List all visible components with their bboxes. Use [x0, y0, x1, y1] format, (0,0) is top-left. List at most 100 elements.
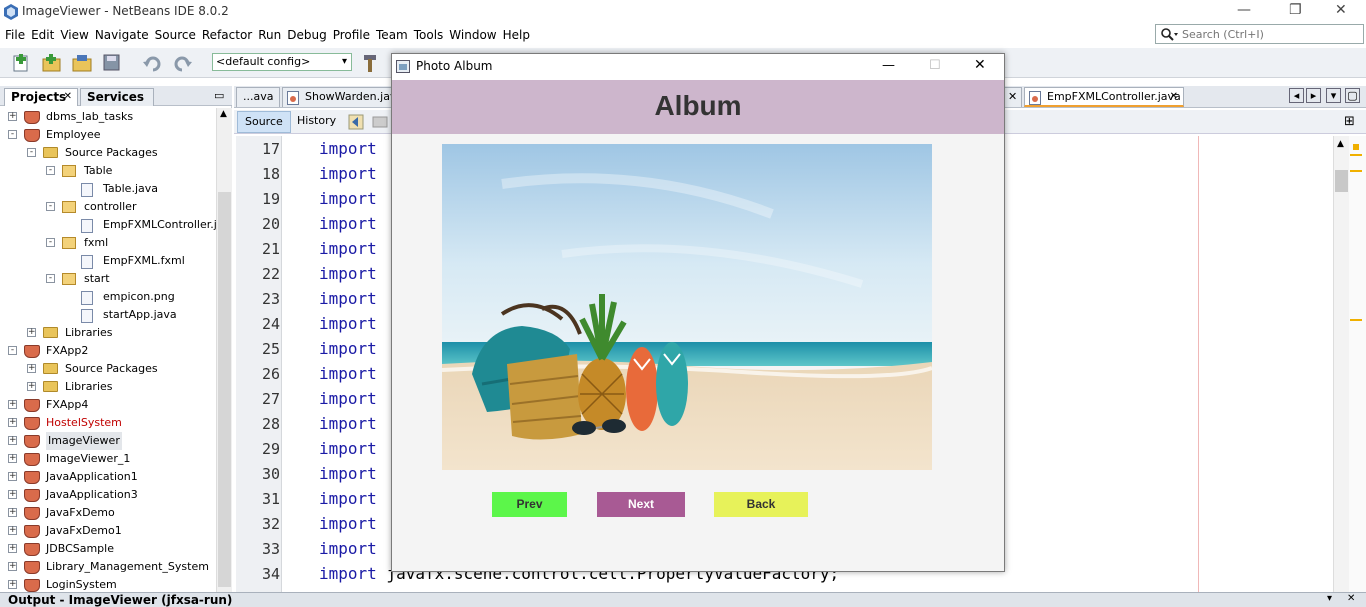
dialog-title-bar[interactable]: Photo Album — ☐ ✕ — [392, 54, 1004, 80]
minimize-icon[interactable]: — — [1237, 2, 1251, 18]
code-line[interactable]: import — [319, 414, 377, 433]
expand-icon[interactable]: + — [8, 580, 17, 589]
tree-item[interactable]: empicon.png — [0, 288, 216, 306]
menu-navigate[interactable]: Navigate — [92, 24, 152, 46]
tree-item[interactable]: + FXApp4 — [0, 396, 216, 414]
undo-icon[interactable] — [141, 52, 163, 74]
tree-item[interactable]: + ImageViewer_1 — [0, 450, 216, 468]
save-all-icon[interactable] — [101, 52, 123, 74]
close-tab-icon[interactable]: ✕ — [1170, 88, 1178, 106]
tab-empfxmlcontroller[interactable]: EmpFXMLController.java ✕ — [1024, 87, 1184, 107]
tab-history[interactable]: History — [290, 111, 343, 133]
code-line[interactable]: import — [319, 439, 377, 458]
tree-item[interactable]: + Libraries — [0, 324, 216, 342]
open-project-icon[interactable] — [71, 52, 93, 74]
tree-item[interactable]: + JavaFxDemo — [0, 504, 216, 522]
code-line[interactable]: import — [319, 214, 377, 233]
code-line[interactable]: import — [319, 364, 377, 383]
expand-icon[interactable]: + — [8, 400, 17, 409]
code-line[interactable]: import — [319, 464, 377, 483]
menu-profile[interactable]: Profile — [330, 24, 373, 46]
tab-projects[interactable]: Projects ✕ — [4, 88, 78, 106]
menu-edit[interactable]: Edit — [28, 24, 57, 46]
tree-item[interactable]: - Table — [0, 162, 216, 180]
scroll-tabs-left-icon[interactable]: ◂ — [1289, 88, 1304, 103]
tree-item[interactable]: - start — [0, 270, 216, 288]
back-button[interactable]: Back — [714, 492, 808, 517]
redo-icon[interactable] — [172, 52, 194, 74]
tree-item[interactable]: startApp.java — [0, 306, 216, 324]
expand-icon[interactable]: + — [8, 508, 17, 517]
collapse-icon[interactable]: - — [27, 148, 36, 157]
code-line[interactable]: import — [319, 189, 377, 208]
minimize-icon[interactable]: — — [882, 58, 895, 73]
minimize-panel-icon[interactable]: ▭ — [214, 89, 224, 102]
tree-item[interactable]: + dbms_lab_tasks — [0, 108, 216, 126]
expand-icon[interactable]: + — [8, 562, 17, 571]
expand-icon[interactable]: + — [8, 454, 17, 463]
show-opened-docs-icon[interactable]: ▾ — [1326, 88, 1341, 103]
code-line[interactable]: import — [319, 289, 377, 308]
expand-icon[interactable]: + — [8, 418, 17, 427]
tree-item[interactable]: + HostelSystem — [0, 414, 216, 432]
menu-refactor[interactable]: Refactor — [199, 24, 255, 46]
search-input[interactable] — [1182, 27, 1360, 41]
expand-icon[interactable]: + — [8, 436, 17, 445]
menu-file[interactable]: File — [2, 24, 28, 46]
code-line[interactable]: import — [319, 264, 377, 283]
expand-icon[interactable]: + — [8, 112, 17, 121]
restore-icon[interactable]: ❐ — [1289, 2, 1302, 18]
maximize-icon[interactable]: ☐ — [929, 58, 941, 73]
warning-marker[interactable] — [1350, 319, 1362, 321]
last-edit-icon[interactable] — [348, 114, 364, 130]
menu-tools[interactable]: Tools — [411, 24, 447, 46]
collapse-icon[interactable]: - — [46, 166, 55, 175]
menu-team[interactable]: Team — [373, 24, 411, 46]
minimize-panel-icon[interactable]: ▾ — [1327, 593, 1332, 604]
editor-scrollbar[interactable]: ▲ — [1333, 136, 1349, 592]
tree-item[interactable]: + JavaApplication1 — [0, 468, 216, 486]
config-select[interactable]: <default config> ▾ — [212, 53, 352, 71]
search-box[interactable] — [1155, 24, 1364, 44]
prev-button[interactable]: Prev — [492, 492, 567, 517]
code-line[interactable]: import — [319, 239, 377, 258]
menu-run[interactable]: Run — [255, 24, 284, 46]
scroll-tabs-right-icon[interactable]: ▸ — [1306, 88, 1321, 103]
menu-source[interactable]: Source — [152, 24, 199, 46]
expand-icon[interactable]: + — [8, 544, 17, 553]
collapse-icon[interactable]: - — [8, 346, 17, 355]
code-line[interactable]: import — [319, 489, 377, 508]
close-icon[interactable]: ✕ — [974, 57, 986, 73]
expand-icon[interactable]: + — [8, 490, 17, 499]
expand-icon[interactable]: + — [27, 328, 36, 337]
warning-marker[interactable] — [1353, 144, 1359, 150]
tree-item[interactable]: EmpFXMLController.java — [0, 216, 216, 234]
tab-source[interactable]: Source — [237, 111, 291, 133]
next-button[interactable]: Next — [597, 492, 685, 517]
back-icon[interactable] — [372, 114, 388, 130]
tree-item[interactable]: + Source Packages — [0, 360, 216, 378]
code-line[interactable]: import — [319, 164, 377, 183]
scroll-thumb[interactable] — [1335, 170, 1348, 192]
code-line[interactable]: import — [319, 514, 377, 533]
split-icon[interactable]: ⊞ — [1344, 114, 1355, 129]
tree-scrollbar[interactable]: ▲ — [216, 108, 232, 592]
tree-item[interactable]: - FXApp2 — [0, 342, 216, 360]
expand-icon[interactable]: + — [27, 364, 36, 373]
new-file-icon[interactable] — [10, 52, 32, 74]
collapse-icon[interactable]: - — [8, 130, 17, 139]
collapse-icon[interactable]: - — [46, 202, 55, 211]
tree-item[interactable]: + JavaFxDemo1 — [0, 522, 216, 540]
tree-item[interactable]: EmpFXML.fxml — [0, 252, 216, 270]
collapse-icon[interactable]: - — [46, 238, 55, 247]
warning-marker[interactable] — [1350, 170, 1362, 172]
expand-icon[interactable]: + — [8, 526, 17, 535]
expand-icon[interactable]: + — [27, 382, 36, 391]
tab-file-truncated[interactable]: ...ava — [236, 87, 280, 107]
tree-item[interactable]: + ImageViewer — [0, 432, 216, 450]
tree-item[interactable]: - controller — [0, 198, 216, 216]
scroll-up-icon[interactable]: ▲ — [1337, 139, 1344, 149]
collapse-icon[interactable]: - — [46, 274, 55, 283]
close-panel-icon[interactable]: ✕ — [1347, 593, 1355, 604]
scroll-thumb[interactable] — [218, 192, 231, 587]
